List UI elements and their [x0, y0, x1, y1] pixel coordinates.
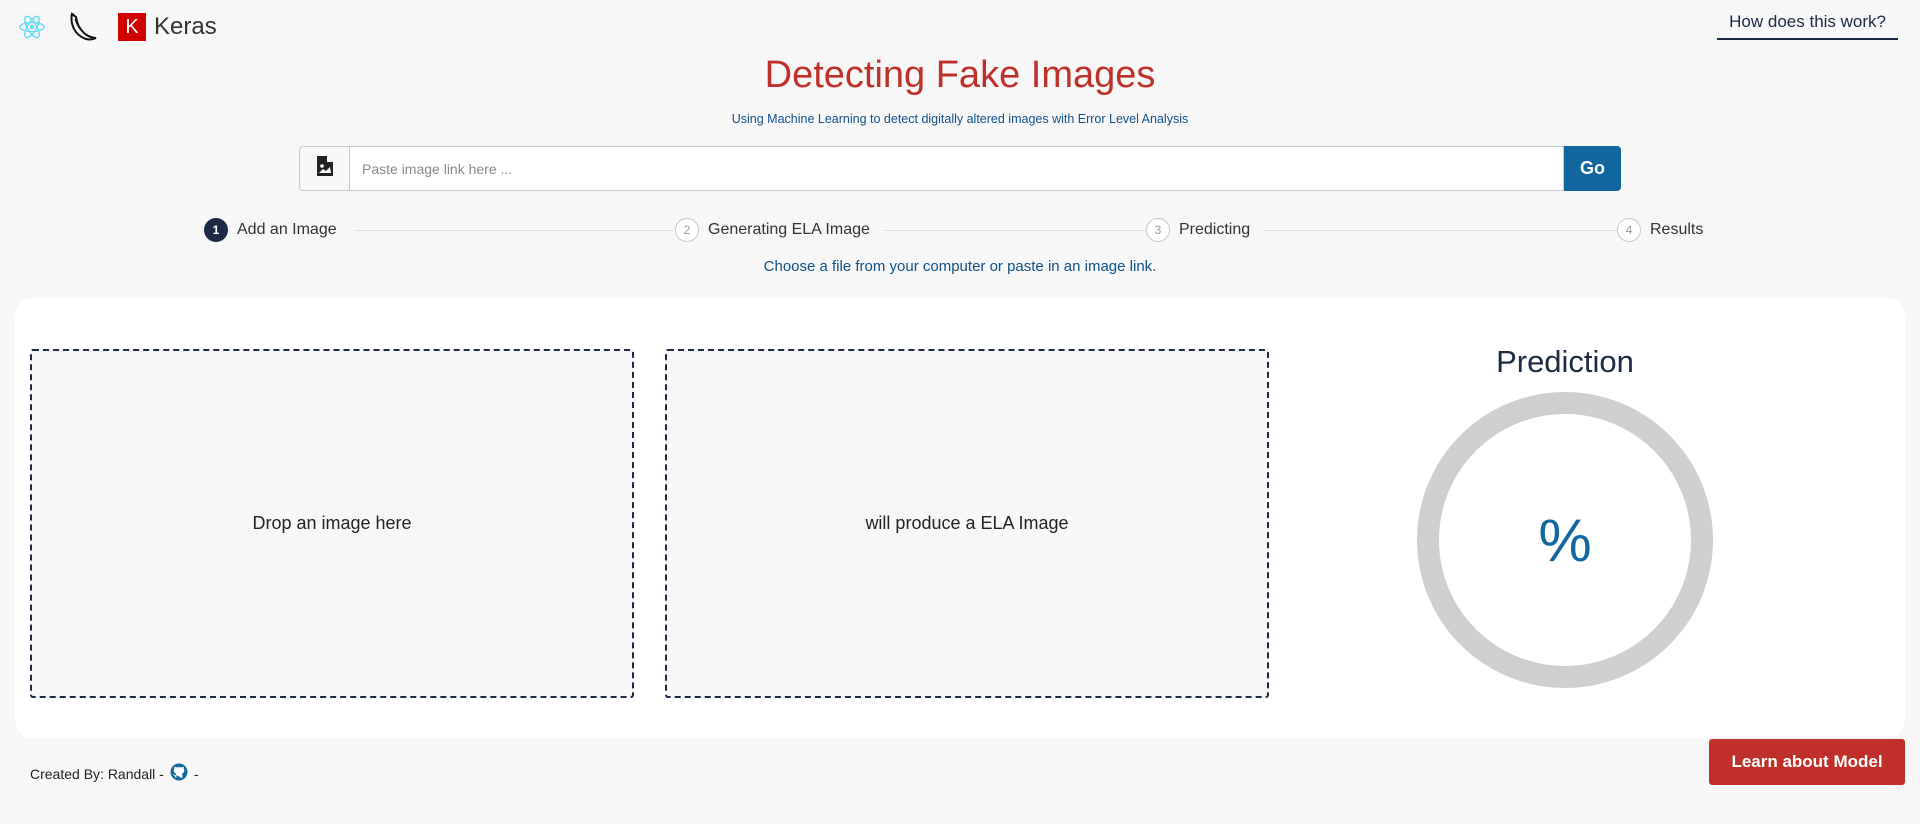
flask-logo-icon — [66, 11, 98, 43]
prediction-value: % — [1538, 506, 1592, 574]
github-icon[interactable] — [170, 763, 188, 784]
file-upload-button[interactable] — [299, 146, 349, 191]
page-subtitle: Using Machine Learning to detect digital… — [731, 112, 1189, 126]
learn-about-model-button[interactable]: Learn about Model — [1709, 739, 1905, 785]
footer-credit: Created By: Randall - - — [30, 763, 199, 784]
image-file-icon — [316, 155, 334, 182]
prediction-title: Prediction — [1496, 344, 1634, 379]
step-hint: Choose a file from your computer or past… — [763, 258, 1157, 275]
image-dropzone[interactable]: Drop an image here — [30, 349, 634, 698]
prediction-section: Prediction % — [1415, 344, 1715, 688]
keras-logo-text: Keras — [154, 13, 217, 40]
go-button[interactable]: Go — [1564, 146, 1621, 191]
step-number: 3 — [1146, 218, 1170, 242]
step-results: 4 Results — [1617, 218, 1710, 242]
ela-output-label: will produce a ELA Image — [865, 513, 1069, 533]
react-logo-icon — [18, 13, 46, 41]
keras-logo: K Keras — [118, 13, 217, 41]
main-panel: Drop an image here will produce a ELA Im… — [15, 298, 1905, 738]
step-label: Generating ELA Image — [708, 221, 870, 238]
step-number: 4 — [1617, 218, 1641, 242]
top-bar: K Keras How does this work? — [0, 0, 1920, 56]
step-generating-ela: 2 Generating ELA Image — [675, 218, 876, 242]
image-link-input[interactable] — [349, 146, 1564, 191]
how-does-this-work-link[interactable]: How does this work? — [1717, 6, 1898, 40]
step-predicting: 3 Predicting — [1146, 218, 1257, 242]
page-title: Detecting Fake Images — [764, 54, 1156, 96]
step-connector — [1264, 230, 1654, 231]
step-connector — [354, 230, 674, 231]
ela-image-output: will produce a ELA Image — [665, 349, 1269, 698]
step-number: 2 — [675, 218, 699, 242]
prediction-ring: % — [1417, 392, 1713, 688]
logo-row: K Keras — [18, 12, 217, 42]
image-link-search: Go — [299, 146, 1621, 191]
step-label: Predicting — [1179, 221, 1251, 238]
step-connector — [884, 230, 1184, 231]
step-label: Results — [1650, 221, 1704, 238]
credit-text: Created By: Randall - — [30, 765, 164, 782]
keras-logo-icon: K — [118, 13, 146, 41]
step-number: 1 — [204, 218, 228, 242]
progress-stepper: 1 Add an Image 2 Generating ELA Image 3 … — [204, 218, 1710, 246]
step-add-image: 1 Add an Image — [204, 218, 343, 242]
dropzone-label: Drop an image here — [252, 513, 412, 533]
credit-suffix: - — [193, 765, 199, 782]
step-label: Add an Image — [237, 221, 337, 238]
